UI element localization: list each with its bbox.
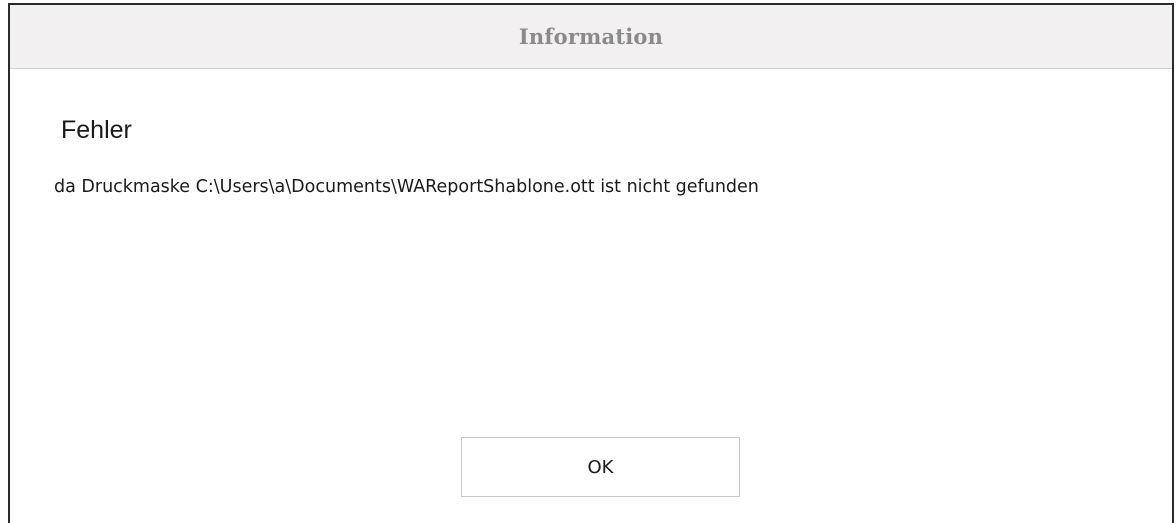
error-heading: Fehler bbox=[61, 116, 132, 144]
ok-button[interactable]: OK bbox=[461, 437, 740, 497]
information-dialog: Information Fehler da Druckmaske C:\User… bbox=[8, 3, 1174, 523]
dialog-title-bar[interactable]: Information bbox=[10, 5, 1172, 69]
dialog-title: Information bbox=[518, 24, 664, 49]
error-message: da Druckmaske C:\Users\a\Documents\WARep… bbox=[54, 177, 759, 197]
